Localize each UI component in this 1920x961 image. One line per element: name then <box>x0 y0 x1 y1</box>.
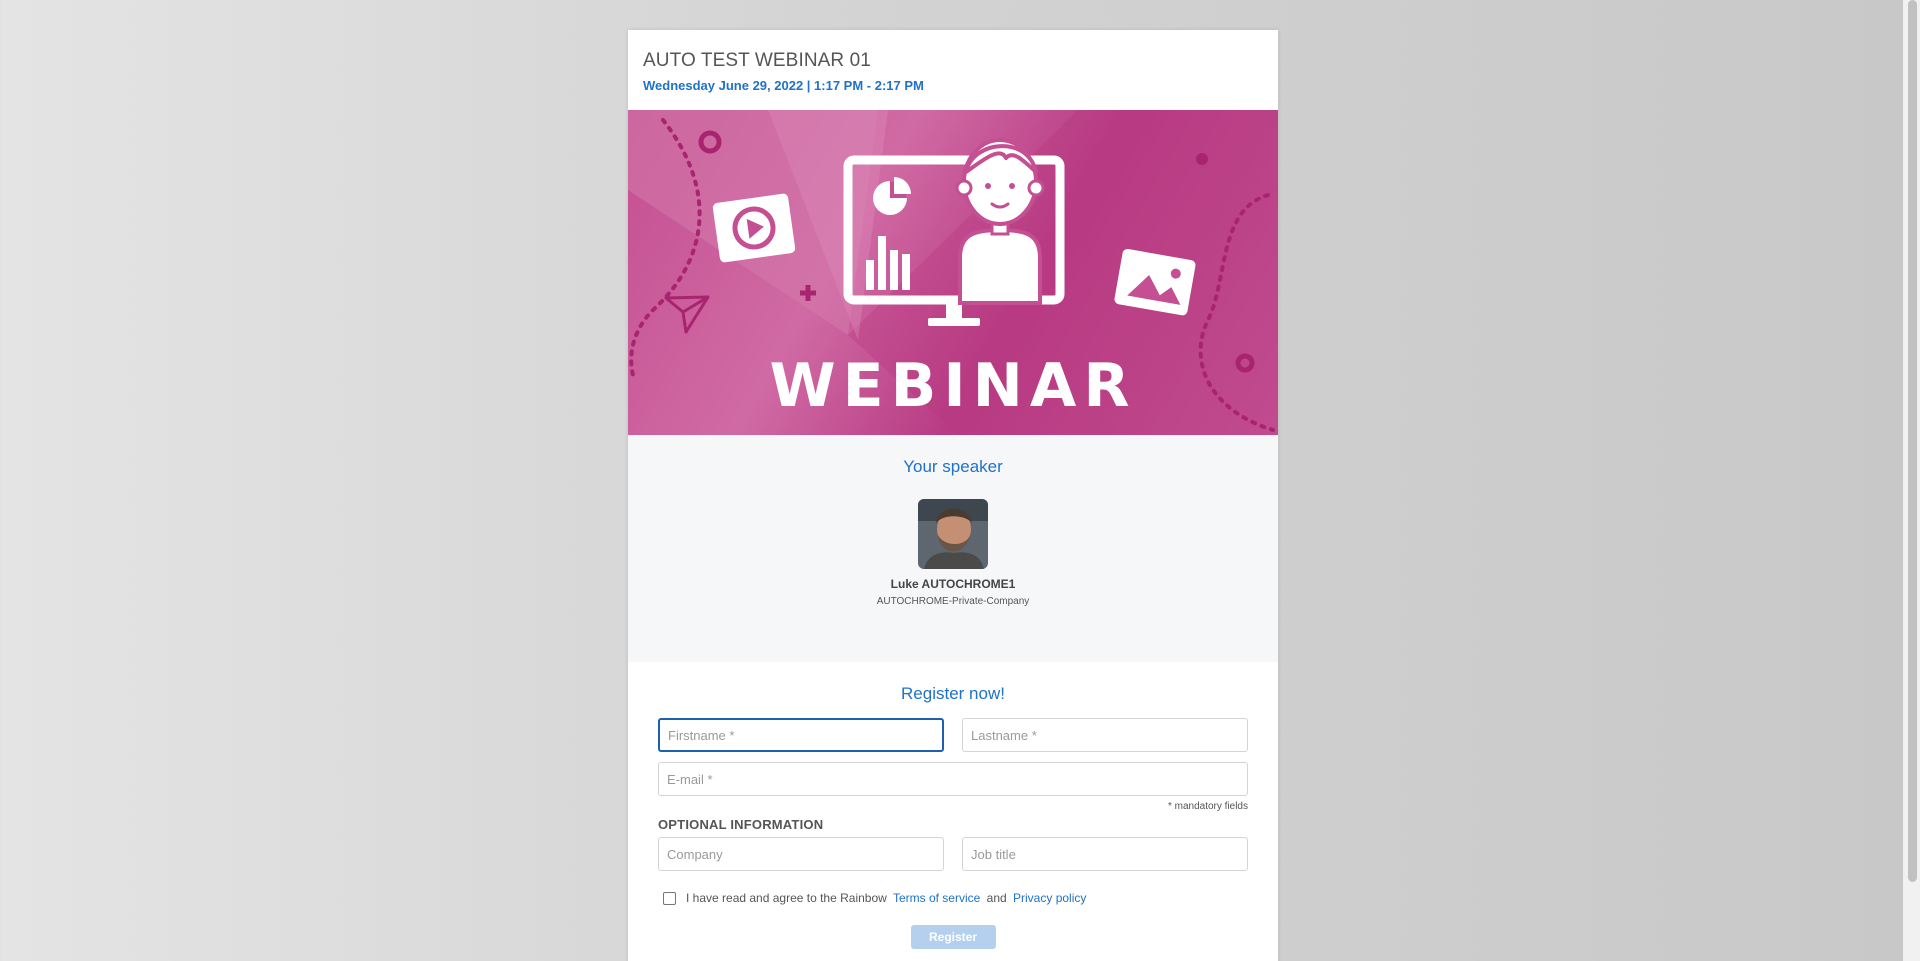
speaker-name: Luke AUTOCHROME1 <box>890 577 1016 591</box>
page-scrollbar[interactable] <box>1903 0 1920 961</box>
email-row <box>658 762 1248 796</box>
terms-text: I have read and agree to the Rainbow Ter… <box>686 891 1089 905</box>
speaker-company: AUTOCHROME-Private-Company <box>876 596 1030 607</box>
name-row <box>658 718 1248 752</box>
event-date: Wednesday June 29, 2022 | 1:17 PM - 2:17… <box>643 78 924 93</box>
speaker-section: Your speaker Luke AUTOCHROME1 AUTOCHROME… <box>628 435 1278 662</box>
webinar-banner: WEBINAR <box>628 110 1278 435</box>
optional-information-label: OPTIONAL INFORMATION <box>658 817 824 832</box>
terms-agreement: I have read and agree to the Rainbow Ter… <box>658 891 1248 905</box>
register-form: Register now! * mandatory fields OPTIONA… <box>628 662 1278 949</box>
email-input[interactable] <box>658 762 1248 796</box>
terms-prefix: I have read and agree to the Rainbow <box>686 891 887 905</box>
company-input[interactable] <box>658 837 944 871</box>
register-title: Register now! <box>901 684 1005 703</box>
optional-row <box>658 837 1248 871</box>
speaker-avatar <box>918 499 988 569</box>
mandatory-fields-note: * mandatory fields <box>1167 801 1248 812</box>
terms-of-service-link[interactable]: Terms of service <box>893 891 980 905</box>
webinar-banner-illustration: WEBINAR <box>628 110 1278 435</box>
event-header: AUTO TEST WEBINAR 01 Wednesday June 29, … <box>628 30 1278 110</box>
registration-card: AUTO TEST WEBINAR 01 Wednesday June 29, … <box>628 30 1278 961</box>
speaker-section-title: Your speaker <box>903 457 1003 476</box>
firstname-input[interactable] <box>658 718 944 752</box>
scrollbar-thumb[interactable] <box>1908 0 1917 882</box>
banner-text: WEBINAR <box>769 351 1136 421</box>
terms-checkbox[interactable] <box>663 891 676 905</box>
jobtitle-input[interactable] <box>962 837 1248 871</box>
event-title: AUTO TEST WEBINAR 01 <box>643 50 871 71</box>
terms-conjunction: and <box>986 891 1007 905</box>
register-button[interactable]: Register <box>910 925 996 949</box>
privacy-policy-link[interactable]: Privacy policy <box>1013 891 1086 905</box>
lastname-input[interactable] <box>962 718 1248 752</box>
